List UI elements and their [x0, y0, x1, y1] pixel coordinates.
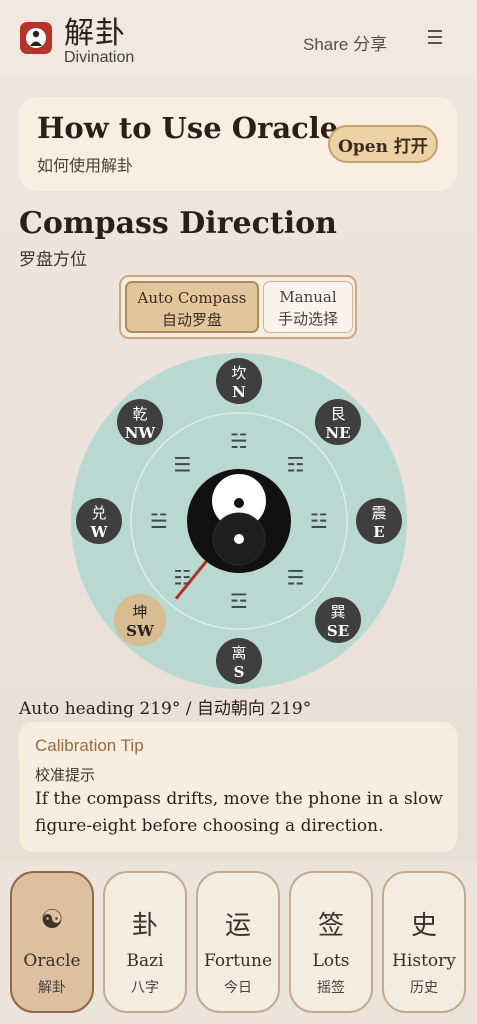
compass-mode-toggle: Auto Compass 自动罗盘 Manual 手动选择 — [119, 275, 357, 339]
manual-sublabel: 手动选择 — [277, 310, 338, 328]
direction-label: SW — [126, 622, 155, 640]
direction-label: NE — [325, 424, 350, 442]
tab-lots[interactable]: 签 Lots 摇签 — [289, 871, 373, 1013]
open-guide-button[interactable]: Open 打开 — [328, 125, 438, 163]
direction-label: SE — [327, 622, 349, 640]
trigram-name: 兑 — [91, 504, 106, 522]
how-to-title: How to Use Oracle — [37, 111, 339, 145]
auto-compass-sublabel: 自动罗盘 — [161, 311, 222, 329]
tip-subtitle: 校准提示 — [35, 767, 96, 784]
direction-label: N — [232, 383, 246, 401]
calibration-tip-card: Calibration Tip 校准提示 If the compass drif… — [19, 722, 457, 852]
tab-history[interactable]: 史 History 历史 — [382, 871, 466, 1013]
trigram-name: 离 — [231, 644, 246, 662]
tab-label: History — [392, 951, 456, 971]
tab-label: Bazi — [126, 951, 164, 971]
trigram-name: 艮 — [330, 405, 345, 423]
direction-label: NW — [125, 424, 157, 442]
trigram-symbol-e: ☳ — [310, 509, 328, 533]
section-subtitle: 罗盘方位 — [19, 250, 87, 269]
yun-char-icon: 运 — [224, 911, 251, 941]
app-logo-icon — [20, 22, 52, 54]
yin-yang-dark-dot — [234, 498, 244, 508]
trigram-symbol-sw: ☷ — [173, 566, 191, 590]
tab-sublabel: 解卦 — [38, 979, 66, 995]
app-title: 解卦 — [64, 16, 126, 51]
manual-select-button[interactable]: Manual 手动选择 — [263, 281, 353, 333]
direction-label: W — [90, 523, 109, 541]
qian-char-icon: 签 — [317, 911, 344, 941]
direction-label: E — [373, 523, 384, 541]
tab-sublabel: 历史 — [410, 979, 438, 995]
manual-label: Manual — [279, 288, 337, 306]
shi-char-icon: 史 — [410, 911, 437, 941]
tab-sublabel: 八字 — [131, 979, 159, 995]
auto-compass-label: Auto Compass — [137, 289, 247, 307]
trigram-symbol-w: ☱ — [150, 509, 168, 533]
tab-label: Fortune — [203, 951, 273, 971]
yin-yang-light-dot — [234, 534, 244, 544]
trigram-name: 震 — [371, 504, 386, 522]
heading-readout: Auto heading 219° / 自动朝向 219° — [19, 699, 312, 719]
trigram-name: 坤 — [132, 603, 147, 621]
section-title: Compass Direction — [19, 206, 337, 241]
menu-icon[interactable] — [428, 30, 442, 46]
app-subtitle: Divination — [64, 49, 135, 66]
tab-bazi[interactable]: 卦 Bazi 八字 — [103, 871, 187, 1013]
share-button[interactable]: Share 分享 — [303, 30, 387, 55]
tab-sublabel: 摇签 — [317, 979, 345, 995]
tab-label: Lots — [312, 951, 350, 971]
tab-label: Oracle — [23, 951, 81, 971]
gua-char-icon: 卦 — [131, 911, 158, 941]
tip-body: If the compass drifts, move the phone in… — [35, 789, 443, 836]
direction-label: S — [234, 663, 245, 681]
trigram-symbol-ne: ☶ — [287, 452, 305, 476]
compass-dial[interactable]: ☵ 坎N ☶ 艮NE ☳ 震E ☴ 巽SE ☲ 离S ☷ 坤SW ☱ 兑W ☰ 乾NW — [70, 352, 408, 690]
yin-yang-icon: ☯ — [40, 905, 64, 935]
bottom-tab-bar: ☯ Oracle 解卦 卦 Bazi 八字 运 Fortune 今日 签 Lot… — [0, 862, 477, 1024]
app-header: 解卦 Divination Share 分享 — [0, 0, 477, 78]
trigram-name: 巽 — [330, 603, 345, 621]
trigram-name: 乾 — [132, 405, 147, 423]
trigram-symbol-nw: ☰ — [173, 452, 191, 476]
trigram-symbol-n: ☵ — [230, 429, 248, 453]
tab-sublabel: 今日 — [224, 979, 252, 995]
how-to-subtitle: 如何使用解卦 — [37, 158, 134, 175]
how-to-use-card: How to Use Oracle 如何使用解卦 Open 打开 — [19, 97, 457, 191]
tip-title: Calibration Tip — [35, 736, 144, 755]
trigram-symbol-s: ☲ — [230, 589, 248, 613]
trigram-symbol-se: ☴ — [287, 566, 305, 590]
auto-compass-button[interactable]: Auto Compass 自动罗盘 — [125, 281, 259, 333]
tab-fortune[interactable]: 运 Fortune 今日 — [196, 871, 280, 1013]
trigram-name: 坎 — [231, 364, 246, 382]
tab-oracle[interactable]: ☯ Oracle 解卦 — [10, 871, 94, 1013]
